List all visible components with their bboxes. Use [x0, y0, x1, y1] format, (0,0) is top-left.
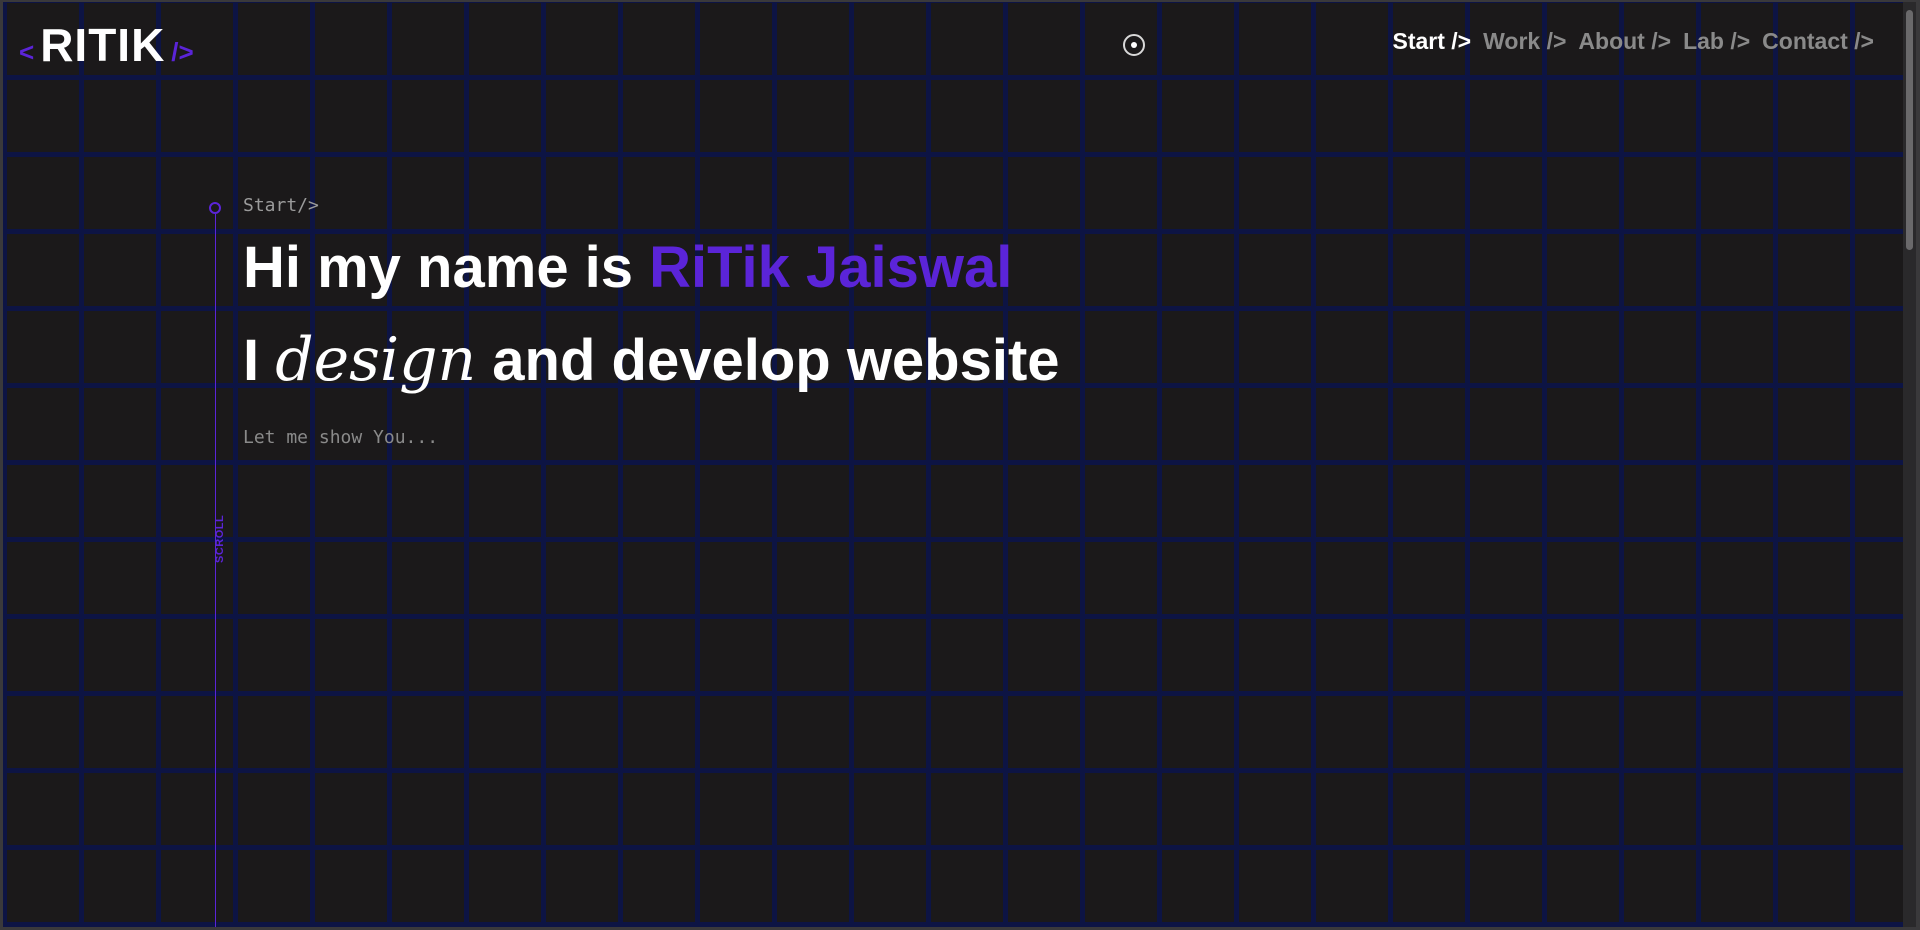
timeline-start-dot	[209, 202, 221, 214]
logo-open-bracket: <	[19, 37, 35, 67]
logo-close-bracket: />	[171, 37, 194, 67]
hero-headline-line1: Hi my name is RiTik Jaiswal	[243, 234, 1012, 301]
cursor-dot	[1131, 42, 1137, 48]
nav-item-contact[interactable]: Contact />	[1762, 28, 1874, 55]
page: < RITIK /> Start /> Work /> About /> Lab…	[3, 2, 1916, 927]
scrollbar-thumb[interactable]	[1906, 10, 1913, 250]
cursor-follower-icon	[1123, 34, 1145, 56]
nav-item-about[interactable]: About />	[1578, 28, 1671, 55]
hero-headline-line2: I design and develop website	[243, 325, 1060, 395]
highlighted-name: RiTik Jaiswal	[649, 235, 1013, 300]
nav-item-work[interactable]: Work />	[1483, 28, 1566, 55]
logo-name: RITIK	[40, 19, 166, 71]
nav-item-start[interactable]: Start />	[1393, 28, 1472, 55]
headline2-suffix: and develop website	[476, 328, 1060, 393]
italic-word: design	[275, 325, 477, 395]
nav-item-lab[interactable]: Lab />	[1683, 28, 1750, 55]
timeline-line	[215, 214, 216, 927]
hero-tagline: Let me show You...	[243, 427, 439, 448]
logo[interactable]: < RITIK />	[19, 18, 194, 71]
headline2-prefix: I	[243, 328, 276, 393]
section-label: Start/>	[243, 195, 319, 216]
vertical-scrollbar[interactable]	[1903, 2, 1916, 927]
scroll-indicator-label: SCROLL	[214, 514, 226, 563]
headline1-prefix: Hi my name is	[243, 235, 650, 300]
main-nav: Start /> Work /> About /> Lab /> Contact…	[1393, 28, 1875, 55]
